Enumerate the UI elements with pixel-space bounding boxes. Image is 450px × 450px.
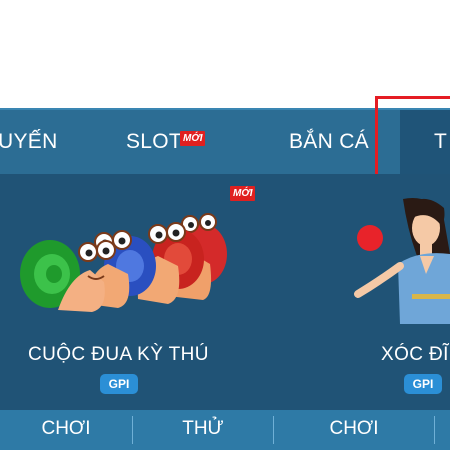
try-button[interactable]: THỬ bbox=[133, 410, 273, 450]
tab-partial-left[interactable]: UYẾN bbox=[0, 110, 58, 174]
tab-slot-label: SLOT bbox=[126, 130, 183, 153]
play-button-2[interactable]: CHƠI bbox=[274, 410, 434, 450]
provider-badge: GPI bbox=[100, 374, 138, 394]
snail-race-illustration[interactable] bbox=[18, 204, 228, 314]
game-title-partial[interactable]: XÓC ĐĨ bbox=[381, 344, 449, 366]
tab-fishing[interactable]: BẮN CÁ bbox=[289, 110, 369, 174]
dealer-illustration[interactable] bbox=[348, 194, 450, 324]
game-action-bar: CHƠI THỬ CHƠI bbox=[0, 410, 450, 450]
provider-badge-2: GPI bbox=[404, 374, 442, 394]
game-new-badge: MỚI bbox=[230, 186, 256, 201]
new-badge: MỚI bbox=[180, 131, 206, 146]
play-button[interactable]: CHƠI bbox=[0, 410, 132, 450]
game-list-panel: MỚI CUỘC ĐUA KỲ THÚ GPI XÓC ĐĨ GPI bbox=[0, 174, 450, 410]
game-title[interactable]: CUỘC ĐUA KỲ THÚ bbox=[28, 344, 209, 366]
tab-slot[interactable]: SLOT bbox=[126, 110, 182, 174]
divider bbox=[434, 416, 435, 444]
